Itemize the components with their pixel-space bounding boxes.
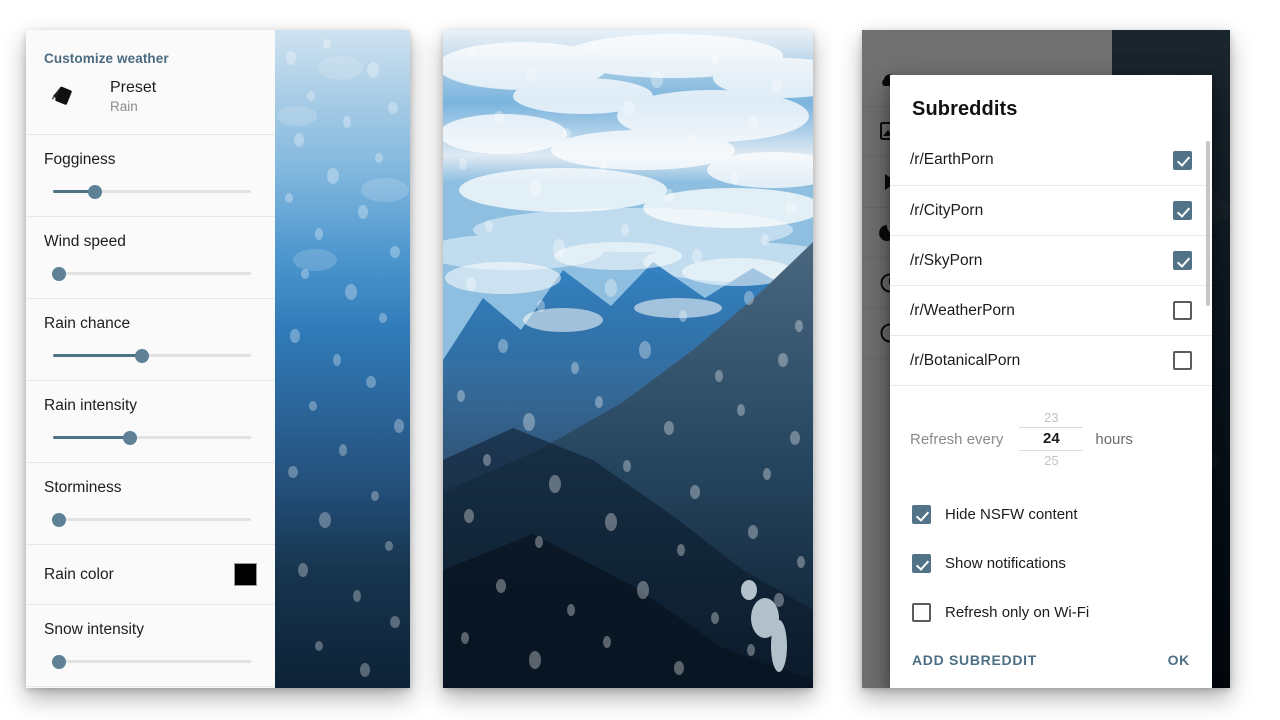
subreddits-dialog: Subreddits /r/EarthPorn/r/CityPorn/r/Sky… bbox=[890, 75, 1212, 688]
slider-label: Wind speed bbox=[44, 233, 126, 250]
rainy-mountain-photo bbox=[443, 30, 813, 688]
slider-row-rain-intensity[interactable]: Rain intensity bbox=[26, 381, 275, 463]
subreddit-name: /r/WeatherPorn bbox=[910, 301, 1015, 319]
preset-value: Rain bbox=[110, 99, 138, 114]
subreddit-row[interactable]: /r/BotanicalPorn bbox=[890, 335, 1212, 385]
option-label: Hide NSFW content bbox=[945, 506, 1078, 523]
slider-label: Rain intensity bbox=[44, 397, 138, 414]
slider-row-snow-intensity[interactable]: Snow intensity bbox=[26, 605, 275, 687]
refresh-hours-picker[interactable]: 23 24 25 bbox=[1019, 408, 1084, 470]
slider-control[interactable] bbox=[53, 426, 251, 448]
dialog-options-list: Hide NSFW content Show notifications Refre… bbox=[890, 490, 1212, 637]
rain-color-label: Rain color bbox=[44, 565, 114, 583]
dialog-action-bar: ADD SUBREDDIT OK bbox=[890, 638, 1212, 688]
subreddit-checkbox[interactable] bbox=[1173, 251, 1192, 270]
phone-panel-settings: Customize weather Preset Rain Fogginess … bbox=[26, 30, 410, 688]
subreddit-checkbox[interactable] bbox=[1173, 301, 1192, 320]
slider-control[interactable] bbox=[51, 262, 251, 284]
slider-fill bbox=[53, 354, 143, 357]
subreddit-name: /r/CityPorn bbox=[910, 201, 984, 219]
slider-control[interactable] bbox=[51, 650, 251, 672]
slider-control[interactable] bbox=[53, 344, 251, 366]
option-checkbox[interactable] bbox=[912, 554, 931, 573]
list-scrollbar[interactable] bbox=[1206, 141, 1210, 306]
phone-panel-subreddits: Subreddits /r/EarthPorn/r/CityPorn/r/Sky… bbox=[862, 30, 1230, 688]
slider-row-storminess[interactable]: Storminess bbox=[26, 463, 275, 545]
subreddit-name: /r/EarthPorn bbox=[910, 151, 994, 168]
subreddit-name: /r/BotanicalPorn bbox=[910, 351, 1021, 369]
slider-list: Fogginess Wind speed Rain chance Rain inten… bbox=[26, 135, 275, 545]
option-label: Show notifications bbox=[945, 555, 1066, 572]
subreddit-checkbox[interactable] bbox=[1173, 150, 1192, 170]
slider-track bbox=[53, 272, 251, 275]
slider-label: Rain chance bbox=[44, 315, 131, 332]
preset-text-block: Preset Rain bbox=[110, 78, 156, 116]
subreddit-row[interactable]: /r/EarthPorn bbox=[890, 135, 1212, 185]
panel1-background-photo bbox=[275, 30, 410, 688]
subreddit-row[interactable]: /r/CityPorn bbox=[890, 185, 1212, 235]
subreddit-row[interactable]: /r/WeatherPorn bbox=[890, 285, 1212, 335]
slider-row-rain-chance[interactable]: Rain chance bbox=[26, 299, 275, 381]
palette-cards-icon-svg bbox=[51, 86, 72, 105]
dialog-title: Subreddits bbox=[912, 98, 1018, 120]
slider-thumb[interactable] bbox=[87, 184, 102, 199]
slider-label: Snow intensity bbox=[44, 621, 144, 638]
preset-row[interactable]: Preset Rain bbox=[26, 66, 275, 135]
subreddit-checkbox[interactable] bbox=[1173, 351, 1192, 370]
picker-value-below: 25 bbox=[1044, 453, 1059, 468]
refresh-unit-label: hours bbox=[1095, 430, 1133, 448]
slider-control[interactable] bbox=[53, 180, 251, 202]
option-checkbox[interactable] bbox=[912, 603, 931, 622]
option-label: Refresh only on Wi-Fi bbox=[945, 604, 1090, 621]
slider-thumb[interactable] bbox=[51, 266, 66, 281]
slider-thumb[interactable] bbox=[123, 430, 138, 445]
option-row[interactable]: Show notifications bbox=[890, 539, 1212, 588]
picker-value-above: 23 bbox=[1044, 410, 1059, 425]
picker-value-current: 24 bbox=[1043, 430, 1060, 447]
slider-track bbox=[53, 518, 251, 521]
subreddit-checkbox[interactable] bbox=[1173, 201, 1192, 220]
preset-label: Preset bbox=[110, 79, 157, 96]
refresh-interval-row: Refresh every 23 24 25 hours bbox=[890, 385, 1212, 490]
option-checkbox[interactable] bbox=[912, 505, 931, 524]
slider-fill bbox=[53, 436, 131, 439]
phone-panel-photo bbox=[443, 30, 813, 688]
slider-thumb[interactable] bbox=[51, 654, 66, 669]
rain-photo-strip-svg bbox=[275, 30, 410, 688]
slider-thumb[interactable] bbox=[51, 512, 66, 527]
screenshot-stage: Customize weather Preset Rain Fogginess … bbox=[0, 0, 1280, 720]
rain-color-row[interactable]: Rain color bbox=[26, 545, 275, 605]
slider-control[interactable] bbox=[51, 508, 251, 530]
palette-cards-icon bbox=[42, 78, 82, 116]
option-row[interactable]: Refresh only on Wi-Fi bbox=[890, 588, 1212, 637]
slider-label: Storminess bbox=[44, 479, 122, 496]
ok-button[interactable]: OK bbox=[1168, 652, 1190, 668]
slider-thumb[interactable] bbox=[135, 348, 150, 363]
slider-list-bottom: Snow intensity bbox=[26, 605, 275, 687]
option-row[interactable]: Hide NSFW content bbox=[890, 490, 1212, 539]
section-title-customize-weather: Customize weather bbox=[44, 51, 169, 66]
customize-weather-sheet: Customize weather Preset Rain Fogginess … bbox=[26, 30, 275, 688]
rain-color-swatch[interactable] bbox=[234, 563, 257, 586]
slider-track bbox=[53, 660, 251, 663]
slider-row-fogginess[interactable]: Fogginess bbox=[26, 135, 275, 217]
add-subreddit-button[interactable]: ADD SUBREDDIT bbox=[912, 652, 1037, 668]
slider-label: Fogginess bbox=[44, 151, 116, 168]
subreddit-row[interactable]: /r/SkyPorn bbox=[890, 235, 1212, 285]
refresh-every-label: Refresh every bbox=[910, 430, 1004, 448]
subreddit-name: /r/SkyPorn bbox=[910, 251, 983, 269]
subreddit-list: /r/EarthPorn/r/CityPorn/r/SkyPorn/r/Weat… bbox=[890, 135, 1212, 385]
slider-row-wind-speed[interactable]: Wind speed bbox=[26, 217, 275, 299]
